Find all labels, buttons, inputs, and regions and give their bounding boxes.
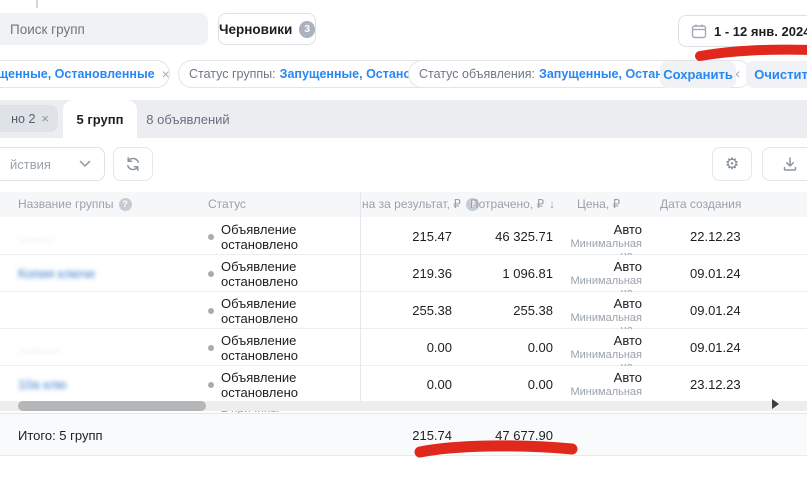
cost-per-result-cell: 255.38: [362, 303, 452, 318]
created-date-cell: 09.01.24: [690, 266, 770, 281]
totals-label: Итого: 5 групп: [18, 428, 103, 443]
drafts-button[interactable]: Черновики 3: [218, 13, 316, 45]
totals-spent: 47 677.90: [468, 428, 553, 443]
drafts-label: Черновики: [219, 22, 292, 37]
export-button[interactable]: [762, 147, 807, 181]
status-dot-icon: [208, 271, 214, 277]
status-dot-icon: [208, 382, 214, 388]
cost-per-result-cell: 0.00: [362, 340, 452, 355]
status-title: Объявление остановлено: [221, 296, 358, 326]
column-header-status-label: Статус: [208, 197, 246, 211]
actions-dropdown[interactable]: йствия: [0, 147, 105, 181]
totals-cost-per-result: 215.74: [362, 428, 452, 443]
cost-per-result-cell: 215.47: [362, 229, 452, 244]
status-dot-icon: [208, 234, 214, 240]
table-row[interactable]: Копия ключи Объявление остановлено Остан…: [0, 255, 807, 292]
cost-per-result-cell: 219.36: [362, 266, 452, 281]
table-header: Название группы ? Статус на за результат…: [0, 192, 807, 217]
column-header-spent-label: Потрачено, ₽: [470, 197, 544, 211]
group-name-link[interactable]: 10а клю: [18, 377, 196, 392]
date-range-picker[interactable]: 1 - 12 янв. 2024: [678, 15, 807, 47]
red-underline-date: [700, 50, 807, 56]
remove-filter-icon[interactable]: ×: [162, 66, 170, 82]
selection-chip[interactable]: но 2 ×: [0, 105, 58, 132]
filter-chip-prefix: Статус группы:: [189, 67, 276, 81]
ads-manager-screen: Черновики 3 1 - 12 янв. 2024 пущенные, О…: [0, 0, 807, 487]
filter-chip-prefix: Статус объявления:: [419, 67, 535, 81]
horizontal-scrollbar[interactable]: [0, 401, 807, 411]
tab-ads[interactable]: 8 объявлений: [140, 100, 236, 138]
group-name-link[interactable]: ............: [18, 340, 196, 355]
column-header-created-label: Дата создания: [660, 197, 741, 211]
status-title: Объявление остановлено: [221, 222, 358, 252]
totals-row: Итого: 5 групп 215.74 47 677.90: [0, 413, 807, 456]
tab-groups-label: 5 групп: [77, 112, 124, 127]
filter-chip-status[interactable]: пущенные, Остановленные ×: [0, 60, 170, 88]
column-header-cost-per-result[interactable]: на за результат, ₽ ?: [362, 197, 479, 211]
gear-icon: ⚙: [725, 154, 739, 174]
status-dot-icon: [208, 308, 214, 314]
created-date-cell: 23.12.23: [690, 377, 770, 392]
created-date-cell: 09.01.24: [690, 303, 770, 318]
search-input[interactable]: [0, 13, 208, 45]
chevron-down-icon: [79, 160, 91, 168]
table-row[interactable]: .......... Объявление остановлено Остано…: [0, 218, 807, 255]
column-header-cpr-label: на за результат, ₽: [362, 197, 461, 211]
spent-cell: 1 096.81: [468, 266, 553, 281]
frozen-columns-divider: [360, 192, 361, 402]
status-title: Объявление остановлено: [221, 333, 358, 363]
price-mode: Авто: [614, 259, 642, 274]
divider-tick: [36, 0, 38, 8]
selection-chip-label: но 2: [11, 112, 35, 126]
help-icon[interactable]: ?: [119, 198, 132, 211]
column-header-spent[interactable]: Потрачено, ₽ ↓: [470, 197, 555, 211]
calendar-icon: [691, 23, 707, 39]
price-mode: Авто: [614, 296, 642, 311]
column-header-created[interactable]: Дата создания: [660, 197, 741, 211]
table-row[interactable]: ............ Объявление остановлено 2 пр…: [0, 329, 807, 366]
refresh-icon: [125, 156, 141, 172]
download-icon: [782, 156, 798, 172]
status-dot-icon: [208, 345, 214, 351]
column-header-status[interactable]: Статус: [208, 197, 246, 211]
tab-groups[interactable]: 5 групп: [63, 100, 137, 138]
spent-cell: 0.00: [468, 340, 553, 355]
actions-dropdown-label: йствия: [10, 157, 51, 172]
clear-filters-button[interactable]: Очистить: [746, 61, 807, 88]
sort-desc-icon[interactable]: ↓: [549, 197, 555, 211]
column-header-price-label: Цена, ₽: [577, 197, 620, 211]
group-name-link[interactable]: ..........: [18, 229, 196, 244]
created-date-cell: 09.01.24: [690, 340, 770, 355]
column-header-price[interactable]: Цена, ₽: [577, 197, 620, 211]
close-icon[interactable]: ×: [41, 111, 49, 126]
price-mode: Авто: [614, 222, 642, 237]
tab-ads-label: 8 объявлений: [146, 112, 229, 127]
status-title: Объявление остановлено: [221, 259, 358, 289]
spent-cell: 255.38: [468, 303, 553, 318]
table-row[interactable]: 10а клю Объявление остановлено 2 причины…: [0, 366, 807, 403]
date-range-label: 1 - 12 янв. 2024: [714, 24, 807, 39]
column-header-name[interactable]: Название группы ?: [18, 197, 132, 211]
price-mode: Авто: [614, 333, 642, 348]
settings-button[interactable]: ⚙: [712, 147, 752, 181]
status-title: Объявление остановлено: [221, 370, 358, 400]
save-filters-button[interactable]: Сохранить: [660, 61, 736, 88]
price-mode: Авто: [614, 370, 642, 385]
drafts-count-badge: 3: [299, 21, 315, 38]
spent-cell: 0.00: [468, 377, 553, 392]
created-date-cell: 22.12.23: [690, 229, 770, 244]
column-header-name-label: Название группы: [18, 197, 114, 211]
cost-per-result-cell: 0.00: [362, 377, 452, 392]
filter-chip-value: пущенные, Остановленные: [0, 67, 155, 81]
scrollbar-thumb[interactable]: [18, 401, 206, 411]
spent-cell: 46 325.71: [468, 229, 553, 244]
refresh-button[interactable]: [113, 147, 153, 181]
tab-strip: но 2 × 5 групп 8 объявлений: [0, 100, 807, 138]
table-row[interactable]: Объявление остановлено 2 причины 255.38 …: [0, 292, 807, 329]
group-name-link[interactable]: Копия ключи: [18, 266, 196, 281]
scroll-right-icon[interactable]: [772, 399, 779, 409]
